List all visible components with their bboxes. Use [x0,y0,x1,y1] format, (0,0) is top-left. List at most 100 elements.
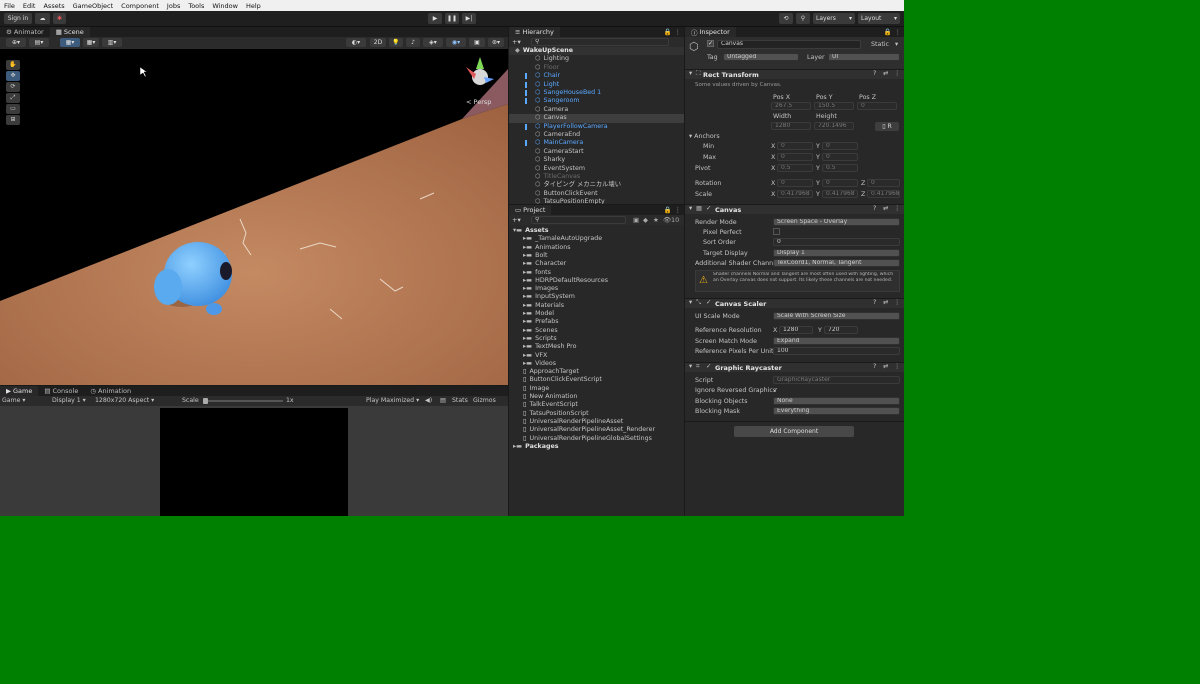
menu-component[interactable]: Component [121,2,159,10]
scale-y-field[interactable]: 0.417968 [822,190,858,198]
pivot-x-field[interactable]: 0.5 [777,164,813,172]
add-icon[interactable]: +▾ [512,216,521,224]
project-folder[interactable]: ▸▬ Model [509,310,684,318]
canvas-scaler-header[interactable]: Canvas Scaler [685,298,904,308]
game-view-dropdown[interactable]: Game ▾ [2,396,26,406]
reference-ppu-field[interactable]: 100 [773,347,900,355]
sign-in-button[interactable]: Sign in [4,13,32,24]
project-file[interactable]: ▯ TalkEventScript [509,401,684,409]
hierarchy-item[interactable]: ⬡ タイピング メカニカル壊い [509,181,684,189]
hierarchy-item[interactable]: ⬡ Sharky [509,156,684,164]
hierarchy-item[interactable]: ⬡ Camera [509,106,684,114]
display-dropdown[interactable]: Display 1 ▾ [52,396,86,406]
sort-order-field[interactable]: 0 [773,238,900,246]
hierarchy-item[interactable]: ⬡ Chair [509,72,684,80]
tab-scene[interactable]: ▦ Scene [49,27,90,37]
history-icon[interactable]: ⟲ [779,13,793,24]
shortcut-icon[interactable]: ▤ [440,396,446,406]
project-folder[interactable]: ▸▬ TextMesh Pro [509,343,684,351]
shader-channels-dropdown[interactable]: TexCoord1, Normal, Tangent [773,259,900,267]
snap-increment-button[interactable]: ▦▾ [83,38,99,47]
hierarchy-item[interactable]: ⬡ Sangeroom [509,97,684,105]
tab-console[interactable]: ▤ Console [38,386,84,396]
hierarchy-item[interactable]: ⬡ TatsuPositionEmpty [509,198,684,204]
project-folder[interactable]: ▸▬ Prefabs [509,318,684,326]
help-icon[interactable]: ? [873,70,876,77]
lock-icon[interactable]: 🔒 [664,206,672,214]
project-folder[interactable]: ▸▬ Videos [509,360,684,368]
project-file[interactable]: ▯ ButtonClickEventScript [509,376,684,384]
grid-visibility-dropdown[interactable]: ▥▾ [102,38,122,47]
render-mode-dropdown[interactable]: Screen Space - Overlay [773,218,900,226]
hierarchy-item[interactable]: ⬡ ButtonClickEvent [509,190,684,198]
rotation-z-field[interactable]: 0 [867,179,900,187]
rect-tool-icon[interactable]: ▭ [6,104,20,114]
height-field[interactable]: 720.1496 [814,122,854,130]
ref-res-y-field[interactable]: 720 [824,326,858,334]
project-folder[interactable]: ▸▬ Character [509,260,684,268]
move-tool-icon[interactable]: ✥ [6,71,20,81]
hierarchy-item[interactable]: ⬡ Light [509,81,684,89]
scale-z-field[interactable]: 0.417968 [867,190,900,198]
tab-animation[interactable]: ◷ Animation [84,386,137,396]
kebab-menu-icon[interactable]: ⋮ [895,28,902,36]
rect-transform-header[interactable]: Rect Transform [685,69,904,79]
width-field[interactable]: 1280 [771,122,811,130]
anchors-foldout[interactable]: ▾ Anchors [689,133,720,140]
tab-project[interactable]: ▭ Project [509,205,552,215]
kebab-menu-icon[interactable]: ⋮ [675,206,682,214]
hierarchy-item[interactable]: ⬡ Canvas [509,114,684,123]
preset-icon[interactable]: ⇄ [883,299,888,306]
project-folder[interactable]: ▸▬ HDRPDefaultResources [509,277,684,285]
foldout-arrow-icon[interactable]: ▾ [689,299,692,306]
aspect-dropdown[interactable]: 1280x720 Aspect ▾ [95,396,154,406]
preset-icon[interactable]: ⇄ [883,205,888,212]
max-x-field[interactable]: 0 [777,153,813,161]
stats-button[interactable]: Stats [452,396,468,406]
menu-tools[interactable]: Tools [188,2,204,10]
blocking-objects-dropdown[interactable]: None [773,397,900,405]
project-file[interactable]: ▯ Image [509,385,684,393]
min-y-field[interactable]: 0 [822,142,858,150]
project-folder[interactable]: ▸▬ VFX [509,352,684,360]
cloud-icon[interactable]: ☁ [35,13,50,24]
project-file[interactable]: ▯ UniversalRenderPipelineGlobalSettings [509,435,684,443]
blueprint-raw-button[interactable]: ▯ R [875,122,899,131]
hidden-objects-toggle[interactable]: ◉▾ [446,38,466,47]
max-y-field[interactable]: 0 [822,153,858,161]
project-folder[interactable]: ▸▬ Animations [509,244,684,252]
scene-viewport[interactable]: < Persp [0,49,508,385]
min-x-field[interactable]: 0 [777,142,813,150]
pos-y-field[interactable]: 150.5 [814,102,854,110]
project-file[interactable]: ▯ UniversalRenderPipelineAsset_Renderer [509,426,684,434]
menu-assets[interactable]: Assets [43,2,64,10]
menu-edit[interactable]: Edit [23,2,36,10]
project-file[interactable]: ▯ New Animation [509,393,684,401]
graphic-raycaster-header[interactable]: Graphic Raycaster [685,362,904,372]
lock-icon[interactable]: 🔒 [664,28,672,36]
scale-slider-handle[interactable] [203,398,208,404]
project-file[interactable]: ▯ ApproachTarget [509,368,684,376]
rotation-x-field[interactable]: 0 [777,179,813,187]
project-file[interactable]: ▯ UniversalRenderPipelineAsset [509,418,684,426]
pixel-perfect-checkbox[interactable] [773,228,780,235]
effects-dropdown[interactable]: ◈▾ [423,38,443,47]
project-folder[interactable]: ▸▬ Materials [509,302,684,310]
layer-dropdown[interactable]: UI [828,53,900,61]
component-enabled-checkbox[interactable]: ✓ [706,205,711,212]
hierarchy-item[interactable]: ⬡ SangeHouseBed 1 [509,89,684,97]
kebab-menu-icon[interactable]: ⋮ [894,70,900,77]
lock-icon[interactable]: 🔒 [884,28,892,36]
game-viewport[interactable] [0,406,508,516]
assets-root[interactable]: ▾▬ Assets [509,227,684,235]
hierarchy-item[interactable]: ⬡ Floor [509,64,684,72]
rotation-y-field[interactable]: 0 [822,179,858,187]
ui-scale-mode-dropdown[interactable]: Scale With Screen Size [773,312,900,320]
hierarchy-item[interactable]: ◆ WakeUpScene [509,47,684,56]
scale-x-field[interactable]: 0.417968 [777,190,813,198]
gizmos-dropdown[interactable]: ⊛▾ [488,38,504,47]
camera-settings-icon[interactable]: ▣ [469,38,485,47]
transform-tools-dropdown[interactable]: ⊕▾ [6,38,26,47]
hierarchy-item[interactable]: ⬡ MainCamera [509,139,684,147]
project-folder[interactable]: ▸▬ Bolt [509,252,684,260]
